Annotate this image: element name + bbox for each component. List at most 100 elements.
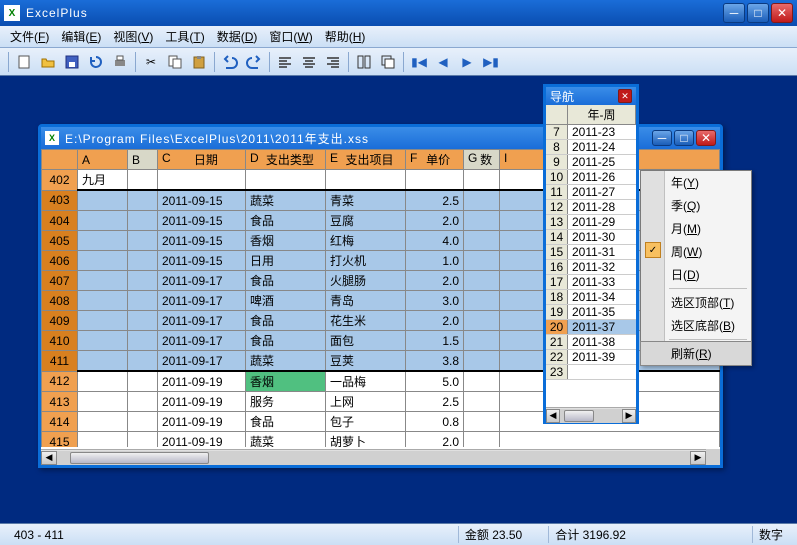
window-tile-icon[interactable] xyxy=(353,51,375,73)
cell[interactable]: 食品 xyxy=(246,211,326,231)
scroll-thumb[interactable] xyxy=(70,452,209,464)
nav-item[interactable]: 222011-39 xyxy=(546,350,636,365)
cell[interactable]: 食品 xyxy=(246,412,326,432)
cell[interactable] xyxy=(78,351,128,372)
cell[interactable] xyxy=(128,432,158,448)
cell[interactable]: 2011-09-17 xyxy=(158,311,246,331)
nav-item[interactable]: 132011-29 xyxy=(546,215,636,230)
cell[interactable]: 3.8 xyxy=(406,351,464,372)
row-header[interactable]: 409 xyxy=(42,311,78,331)
cell[interactable]: 食品 xyxy=(246,271,326,291)
row-header[interactable]: 415 xyxy=(42,432,78,448)
cell[interactable]: 服务 xyxy=(246,392,326,412)
cell[interactable]: 食品 xyxy=(246,331,326,351)
nav-prev-icon[interactable]: ◀ xyxy=(432,51,454,73)
menu-v[interactable]: 视图(V) xyxy=(107,26,159,47)
cell[interactable]: 2011-09-15 xyxy=(158,190,246,211)
cell[interactable]: 2011-09-19 xyxy=(158,371,246,392)
row-header[interactable]: 406 xyxy=(42,251,78,271)
cell[interactable] xyxy=(128,211,158,231)
cell[interactable]: 食品 xyxy=(246,311,326,331)
nav-item[interactable]: 82011-24 xyxy=(546,140,636,155)
cell[interactable]: 2.0 xyxy=(406,271,464,291)
nav-item[interactable]: 192011-35 xyxy=(546,305,636,320)
doc-minimize-button[interactable]: ─ xyxy=(652,130,672,146)
nav-scroll-thumb[interactable] xyxy=(564,410,594,422)
row-header[interactable]: 412 xyxy=(42,371,78,392)
cell[interactable]: 啤酒 xyxy=(246,291,326,311)
cut-icon[interactable]: ✂ xyxy=(140,51,162,73)
column-header[interactable]: B xyxy=(128,150,158,170)
cell[interactable]: 香烟 xyxy=(246,231,326,251)
column-header[interactable] xyxy=(42,150,78,170)
cell[interactable] xyxy=(128,291,158,311)
cell[interactable]: 上网 xyxy=(326,392,406,412)
nav-item[interactable]: 23 xyxy=(546,365,636,380)
cell[interactable]: 2011-09-19 xyxy=(158,412,246,432)
menu-w[interactable]: 窗口(W) xyxy=(263,26,318,47)
cell[interactable]: 1.5 xyxy=(406,331,464,351)
nav-item[interactable]: 162011-32 xyxy=(546,260,636,275)
ctx-t[interactable]: 选区顶部(T) xyxy=(641,291,751,314)
cell[interactable]: 青菜 xyxy=(326,190,406,211)
cell[interactable] xyxy=(128,271,158,291)
ctx-w[interactable]: ✓周(W) xyxy=(641,240,751,263)
nav-item[interactable]: 92011-25 xyxy=(546,155,636,170)
menu-h[interactable]: 帮助(H) xyxy=(319,26,372,47)
cell[interactable] xyxy=(78,371,128,392)
cell[interactable] xyxy=(326,170,406,191)
save-icon[interactable] xyxy=(61,51,83,73)
cell[interactable] xyxy=(464,190,500,211)
cell[interactable] xyxy=(464,291,500,311)
nav-scroll-right-icon[interactable]: ▶ xyxy=(622,409,636,423)
cell[interactable]: 3.0 xyxy=(406,291,464,311)
row-header[interactable]: 407 xyxy=(42,271,78,291)
cell[interactable] xyxy=(78,311,128,331)
cell[interactable] xyxy=(158,170,246,191)
close-button[interactable]: ✕ xyxy=(771,3,793,23)
scroll-left-icon[interactable]: ◀ xyxy=(41,451,57,465)
cell[interactable] xyxy=(78,392,128,412)
cell[interactable] xyxy=(128,331,158,351)
cell[interactable] xyxy=(78,412,128,432)
scroll-right-icon[interactable]: ▶ xyxy=(690,451,706,465)
nav-item[interactable]: 122011-28 xyxy=(546,200,636,215)
nav-first-icon[interactable]: ▮◀ xyxy=(408,51,430,73)
cell[interactable]: 2.5 xyxy=(406,392,464,412)
cell[interactable] xyxy=(464,331,500,351)
cell[interactable]: 5.0 xyxy=(406,371,464,392)
cell[interactable]: 1.0 xyxy=(406,251,464,271)
cell[interactable]: 2011-09-19 xyxy=(158,432,246,448)
cell[interactable]: 打火机 xyxy=(326,251,406,271)
nav-item[interactable]: 142011-30 xyxy=(546,230,636,245)
cell[interactable] xyxy=(464,231,500,251)
column-header[interactable]: E 支出项目 xyxy=(326,150,406,170)
cell[interactable] xyxy=(464,311,500,331)
undo-icon[interactable] xyxy=(219,51,241,73)
cell[interactable] xyxy=(78,432,128,448)
cell[interactable]: 蔬菜 xyxy=(246,351,326,372)
row-header[interactable]: 403 xyxy=(42,190,78,211)
cell[interactable] xyxy=(128,170,158,191)
row-header[interactable]: 405 xyxy=(42,231,78,251)
doc-maximize-button[interactable]: □ xyxy=(674,130,694,146)
ctx-q[interactable]: 季(Q) xyxy=(641,194,751,217)
cell[interactable] xyxy=(78,271,128,291)
cell[interactable]: 2.0 xyxy=(406,432,464,448)
cell[interactable] xyxy=(128,412,158,432)
cell[interactable] xyxy=(464,211,500,231)
cell[interactable]: 红梅 xyxy=(326,231,406,251)
row-header[interactable]: 408 xyxy=(42,291,78,311)
nav-item[interactable]: 152011-31 xyxy=(546,245,636,260)
cell[interactable] xyxy=(464,351,500,372)
cell[interactable] xyxy=(128,311,158,331)
cell[interactable]: 日用 xyxy=(246,251,326,271)
cell[interactable]: 2011-09-19 xyxy=(158,392,246,412)
cell[interactable]: 0.8 xyxy=(406,412,464,432)
cell[interactable] xyxy=(78,190,128,211)
nav-item[interactable]: 112011-27 xyxy=(546,185,636,200)
menu-d[interactable]: 数据(D) xyxy=(211,26,264,47)
cell[interactable] xyxy=(128,371,158,392)
maximize-button[interactable]: □ xyxy=(747,3,769,23)
align-right-icon[interactable] xyxy=(322,51,344,73)
